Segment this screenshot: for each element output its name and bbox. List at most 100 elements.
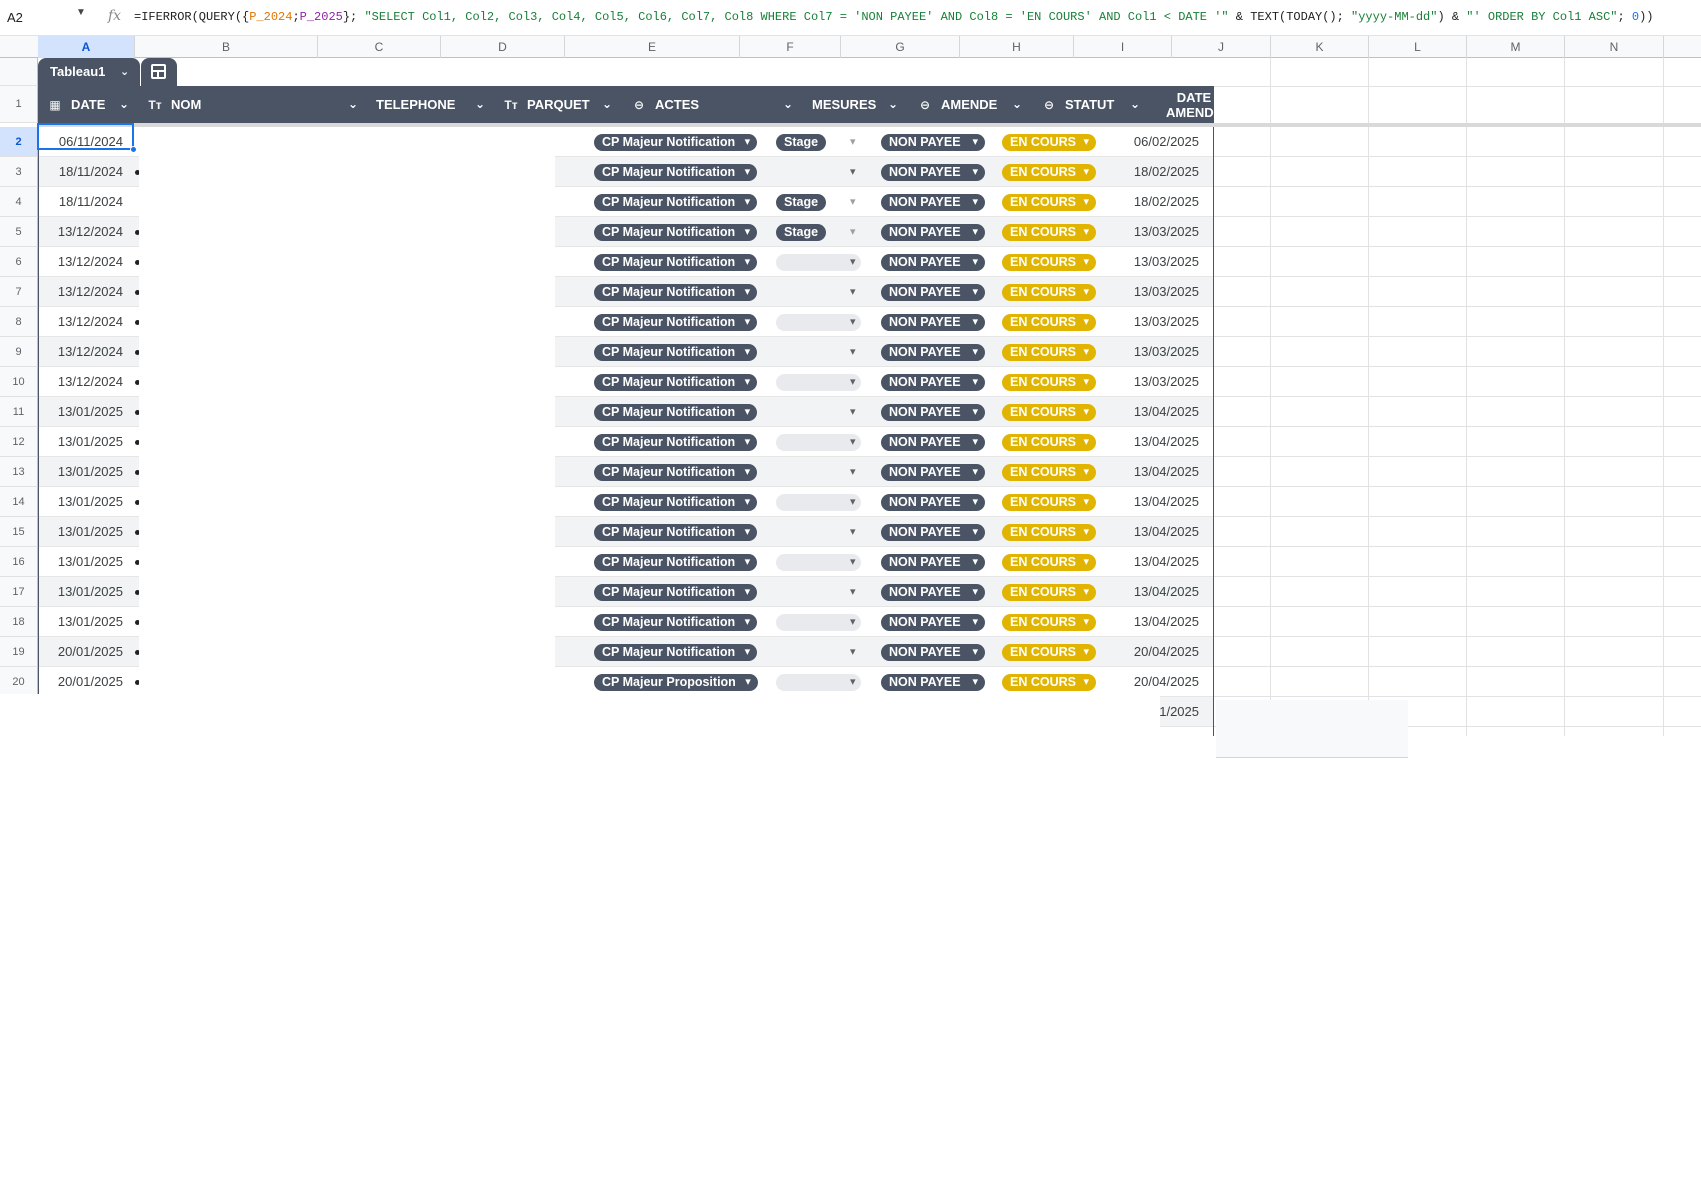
statut-chip[interactable]: EN COURS <box>1002 194 1096 211</box>
amende-chip[interactable]: NON PAYEE <box>881 584 985 601</box>
actes-chip[interactable]: CP Majeur Notification <box>594 584 758 601</box>
statut-chip[interactable]: EN COURS <box>1002 464 1096 481</box>
row-header[interactable]: 20 <box>0 667 38 697</box>
selected-cell[interactable] <box>37 123 134 150</box>
chevron-down-icon[interactable]: ▾ <box>850 637 856 667</box>
column-header-i[interactable]: I <box>1074 36 1172 58</box>
chevron-down-icon[interactable]: ⌄ <box>1231 86 1241 123</box>
table-name-tab[interactable]: Tableau1 ⌄ <box>38 58 140 86</box>
chevron-down-icon[interactable]: ⌄ <box>120 58 129 86</box>
chevron-down-icon[interactable]: ⌄ <box>602 86 612 123</box>
statut-chip[interactable]: EN COURS <box>1002 164 1096 181</box>
chevron-down-icon[interactable]: ▾ <box>850 187 856 217</box>
row-header[interactable]: 12 <box>0 427 38 457</box>
date-amende-cell[interactable]: 18/02/2025 <box>1114 187 1206 217</box>
date-amende-cell[interactable]: 13/04/2025 <box>1114 517 1206 547</box>
amende-chip[interactable]: NON PAYEE <box>881 644 985 661</box>
chevron-down-icon[interactable]: ▾ <box>850 397 856 427</box>
row-header[interactable]: 17 <box>0 577 38 607</box>
mesures-chip[interactable]: Stage <box>776 224 827 241</box>
mesures-empty-chip[interactable] <box>776 674 861 691</box>
amende-chip[interactable]: NON PAYEE <box>881 254 985 271</box>
date-cell[interactable]: 13/01/2025 <box>39 577 131 607</box>
header-amende[interactable]: ⊖ AMENDE ⌄ <box>908 86 1032 123</box>
chevron-down-icon[interactable]: ⌄ <box>1130 86 1140 123</box>
chevron-down-icon[interactable]: ▾ <box>850 547 856 577</box>
chevron-down-icon[interactable]: ▾ <box>850 247 856 277</box>
row-header[interactable]: 15 <box>0 517 38 547</box>
header-parquet[interactable]: Tт PARQUET ⌄ <box>495 86 622 123</box>
column-header-k[interactable]: K <box>1271 36 1369 58</box>
actes-chip[interactable]: CP Majeur Notification <box>594 434 758 451</box>
amende-chip[interactable]: NON PAYEE <box>881 524 985 541</box>
fill-handle[interactable] <box>130 146 137 153</box>
column-header-b[interactable]: B <box>135 36 318 58</box>
date-cell[interactable]: 13/01/2025 <box>39 397 131 427</box>
amende-chip[interactable]: NON PAYEE <box>881 674 985 691</box>
row-header[interactable]: 1 <box>0 86 38 123</box>
column-header-j[interactable]: J <box>1172 36 1271 58</box>
mesures-empty-chip[interactable] <box>776 614 861 631</box>
date-cell[interactable]: 13/01/2025 <box>39 517 131 547</box>
chevron-down-icon[interactable]: ▾ <box>850 607 856 637</box>
amende-chip[interactable]: NON PAYEE <box>881 554 985 571</box>
amende-chip[interactable]: NON PAYEE <box>881 434 985 451</box>
actes-chip[interactable]: CP Majeur Notification <box>594 164 758 181</box>
chevron-down-icon[interactable]: ▾ <box>850 667 856 697</box>
date-amende-cell[interactable]: 13/03/2025 <box>1114 367 1206 397</box>
date-amende-cell[interactable]: 13/03/2025 <box>1114 217 1206 247</box>
statut-chip[interactable]: EN COURS <box>1002 284 1096 301</box>
amende-chip[interactable]: NON PAYEE <box>881 194 985 211</box>
mesures-empty-chip[interactable] <box>776 254 861 271</box>
statut-chip[interactable]: EN COURS <box>1002 254 1096 271</box>
actes-chip[interactable]: CP Majeur Notification <box>594 494 758 511</box>
row-header[interactable]: 18 <box>0 607 38 637</box>
row-header[interactable]: 6 <box>0 247 38 277</box>
table-tools-button[interactable] <box>141 58 177 86</box>
date-amende-cell[interactable]: 18/02/2025 <box>1114 157 1206 187</box>
date-amende-cell[interactable]: 20/04/2025 <box>1114 637 1206 667</box>
chevron-down-icon[interactable]: ⌄ <box>119 86 129 123</box>
chevron-down-icon[interactable]: ▼ <box>76 7 86 18</box>
column-header-c[interactable]: C <box>318 36 441 58</box>
chevron-down-icon[interactable]: ⌄ <box>783 86 793 123</box>
actes-chip[interactable]: CP Majeur Notification <box>594 314 758 331</box>
chevron-down-icon[interactable]: ▾ <box>850 517 856 547</box>
date-cell[interactable]: 13/01/2025 <box>39 607 131 637</box>
date-amende-cell[interactable]: 13/03/2025 <box>1114 247 1206 277</box>
statut-chip[interactable]: EN COURS <box>1002 494 1096 511</box>
row-header[interactable]: 11 <box>0 397 38 427</box>
statut-chip[interactable]: EN COURS <box>1002 374 1096 391</box>
amende-chip[interactable]: NON PAYEE <box>881 494 985 511</box>
header-date[interactable]: ▦ DATE ⌄ <box>38 86 139 123</box>
statut-chip[interactable]: EN COURS <box>1002 314 1096 331</box>
date-cell[interactable]: 13/12/2024 <box>39 307 131 337</box>
amende-chip[interactable]: NON PAYEE <box>881 224 985 241</box>
date-cell[interactable]: 18/11/2024 <box>39 187 131 217</box>
chevron-down-icon[interactable]: ▾ <box>850 307 856 337</box>
column-header-d[interactable]: D <box>441 36 565 58</box>
column-header-g[interactable]: G <box>841 36 960 58</box>
chevron-down-icon[interactable]: ▾ <box>850 337 856 367</box>
actes-chip[interactable]: CP Majeur Proposition <box>594 674 758 691</box>
statut-chip[interactable]: EN COURS <box>1002 644 1096 661</box>
column-header-l[interactable]: L <box>1369 36 1467 58</box>
statut-chip[interactable]: EN COURS <box>1002 584 1096 601</box>
date-amende-cell[interactable]: 13/04/2025 <box>1114 427 1206 457</box>
date-amende-cell[interactable]: 13/04/2025 <box>1114 577 1206 607</box>
amende-chip[interactable]: NON PAYEE <box>881 284 985 301</box>
amende-chip[interactable]: NON PAYEE <box>881 464 985 481</box>
actes-chip[interactable]: CP Majeur Notification <box>594 194 758 211</box>
statut-chip[interactable]: EN COURS <box>1002 404 1096 421</box>
date-amende-cell[interactable]: 13/04/2025 <box>1114 487 1206 517</box>
statut-chip[interactable]: EN COURS <box>1002 614 1096 631</box>
column-header-f[interactable]: F <box>740 36 841 58</box>
column-header-a[interactable]: A <box>38 36 135 58</box>
actes-chip[interactable]: CP Majeur Notification <box>594 554 758 571</box>
header-actes[interactable]: ⊖ ACTES ⌄ <box>622 86 803 123</box>
date-amende-cell[interactable]: 13/03/2025 <box>1114 277 1206 307</box>
actes-chip[interactable]: CP Majeur Notification <box>594 134 758 151</box>
statut-chip[interactable]: EN COURS <box>1002 554 1096 571</box>
row-header[interactable]: 8 <box>0 307 38 337</box>
chevron-down-icon[interactable]: ▾ <box>850 487 856 517</box>
